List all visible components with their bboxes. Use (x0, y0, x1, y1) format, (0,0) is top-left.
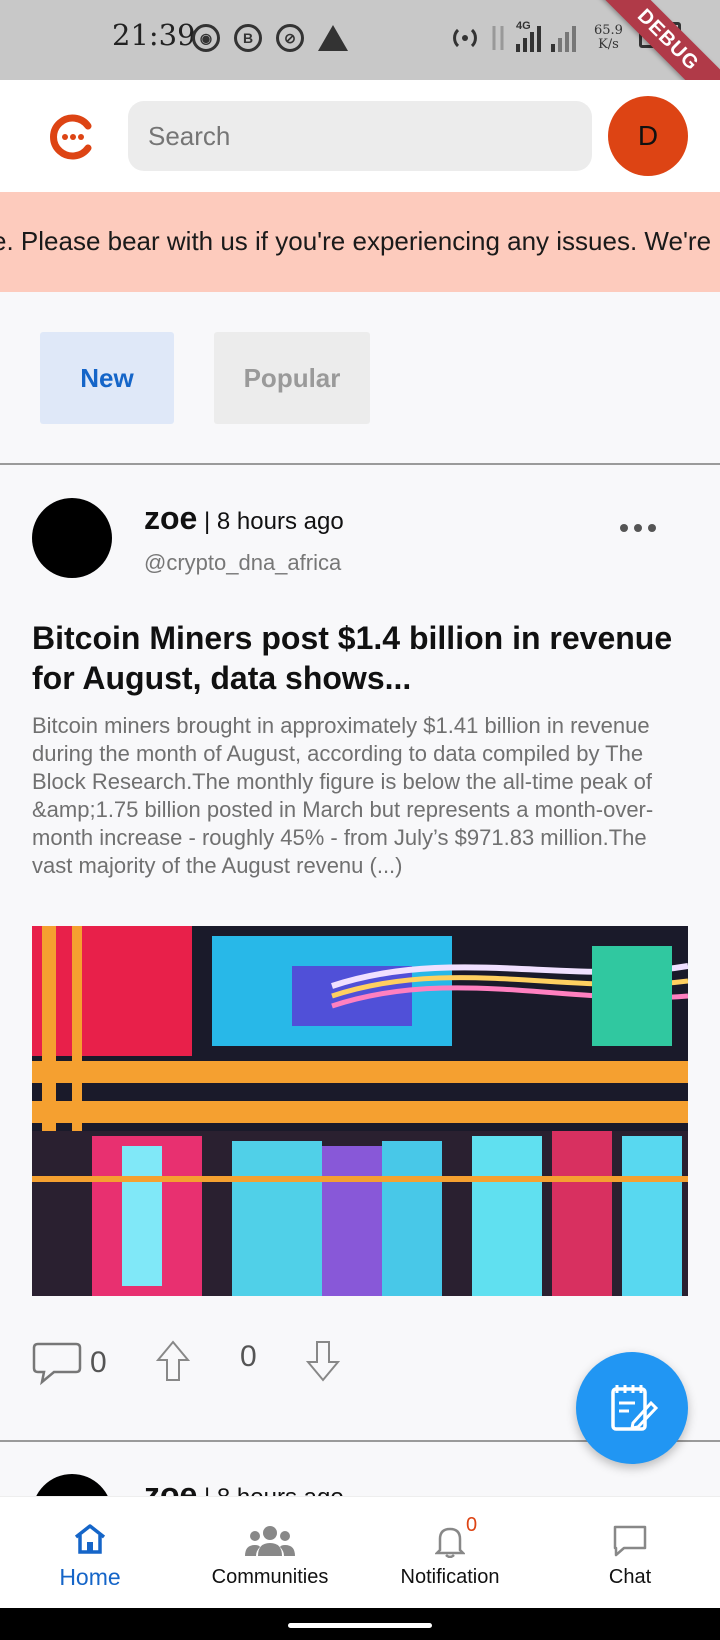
upvote-button[interactable] (156, 1340, 190, 1382)
bitcoin-icon: B (234, 24, 262, 52)
tab-new[interactable]: New (40, 332, 174, 424)
post-title[interactable]: Bitcoin Miners post $1.4 billion in reve… (32, 618, 692, 698)
nav-chat-label: Chat (608, 1566, 652, 1588)
nav-notification[interactable]: Notification (360, 1516, 540, 1589)
status-bar: 21:39 ◉ B ⊘ 4G 65.9 K/s DEBUG (0, 0, 720, 80)
bell-icon (435, 1527, 465, 1558)
chat-icon (613, 1525, 647, 1557)
app-logo-icon[interactable] (48, 114, 94, 160)
vpn-icon: ⊘ (276, 24, 304, 52)
avatar-letter: D (637, 120, 659, 151)
post-author-avatar[interactable] (32, 498, 112, 578)
signal-2-icon (551, 24, 576, 52)
upvote-icon (156, 1340, 190, 1381)
data-arrows-icon (492, 26, 504, 50)
network-speed: 65.9 K/s (594, 23, 623, 52)
tab-popular[interactable]: Popular (214, 332, 370, 424)
post-actions: 0 0 (32, 1340, 632, 1390)
announcement-banner: e. Please bear with us if you're experie… (0, 192, 720, 292)
nav-chat[interactable]: Chat (540, 1516, 720, 1589)
create-post-button[interactable] (576, 1352, 688, 1464)
network-type: 4G (516, 20, 531, 32)
people-icon (245, 1526, 295, 1556)
post-body[interactable]: Bitcoin miners brought in approximately … (32, 712, 692, 880)
edit-note-icon (611, 1385, 659, 1431)
vote-count: 0 (240, 1340, 257, 1373)
nav-notification-label: Notification (400, 1566, 500, 1588)
nav-communities[interactable]: Communities (180, 1516, 360, 1589)
post-image[interactable] (32, 926, 688, 1296)
downvote-icon (306, 1341, 340, 1382)
home-icon (74, 1524, 106, 1554)
nav-communities-label: Communities (211, 1566, 329, 1588)
announcement-text: e. Please bear with us if you're experie… (0, 226, 712, 256)
comment-icon (32, 1342, 82, 1386)
post-handle[interactable]: @crypto_dna_africa (144, 550, 341, 576)
comment-count: 0 (90, 1346, 107, 1379)
downvote-button[interactable] (306, 1340, 340, 1382)
post-time: | 8 hours ago (204, 508, 344, 535)
nav-home[interactable]: Home (0, 1514, 180, 1591)
hotspot-icon: ◉ (192, 24, 220, 52)
gesture-handle[interactable] (288, 1623, 432, 1628)
post-author-line: zoe | 8 hours ago (144, 500, 344, 537)
warning-icon (318, 25, 348, 51)
comment-action[interactable]: 0 (32, 1340, 107, 1386)
status-notification-icons: ◉ B ⊘ (192, 24, 348, 52)
notification-badge: 0 (466, 1514, 478, 1536)
user-avatar[interactable]: D (608, 96, 688, 176)
nav-home-label: Home (59, 1564, 121, 1590)
broadcast-icon (453, 28, 477, 48)
divider (0, 463, 720, 465)
status-time: 21:39 (112, 18, 196, 52)
more-options-icon[interactable] (620, 524, 656, 532)
post-author-name[interactable]: zoe (144, 500, 197, 536)
search-input[interactable] (128, 101, 592, 171)
